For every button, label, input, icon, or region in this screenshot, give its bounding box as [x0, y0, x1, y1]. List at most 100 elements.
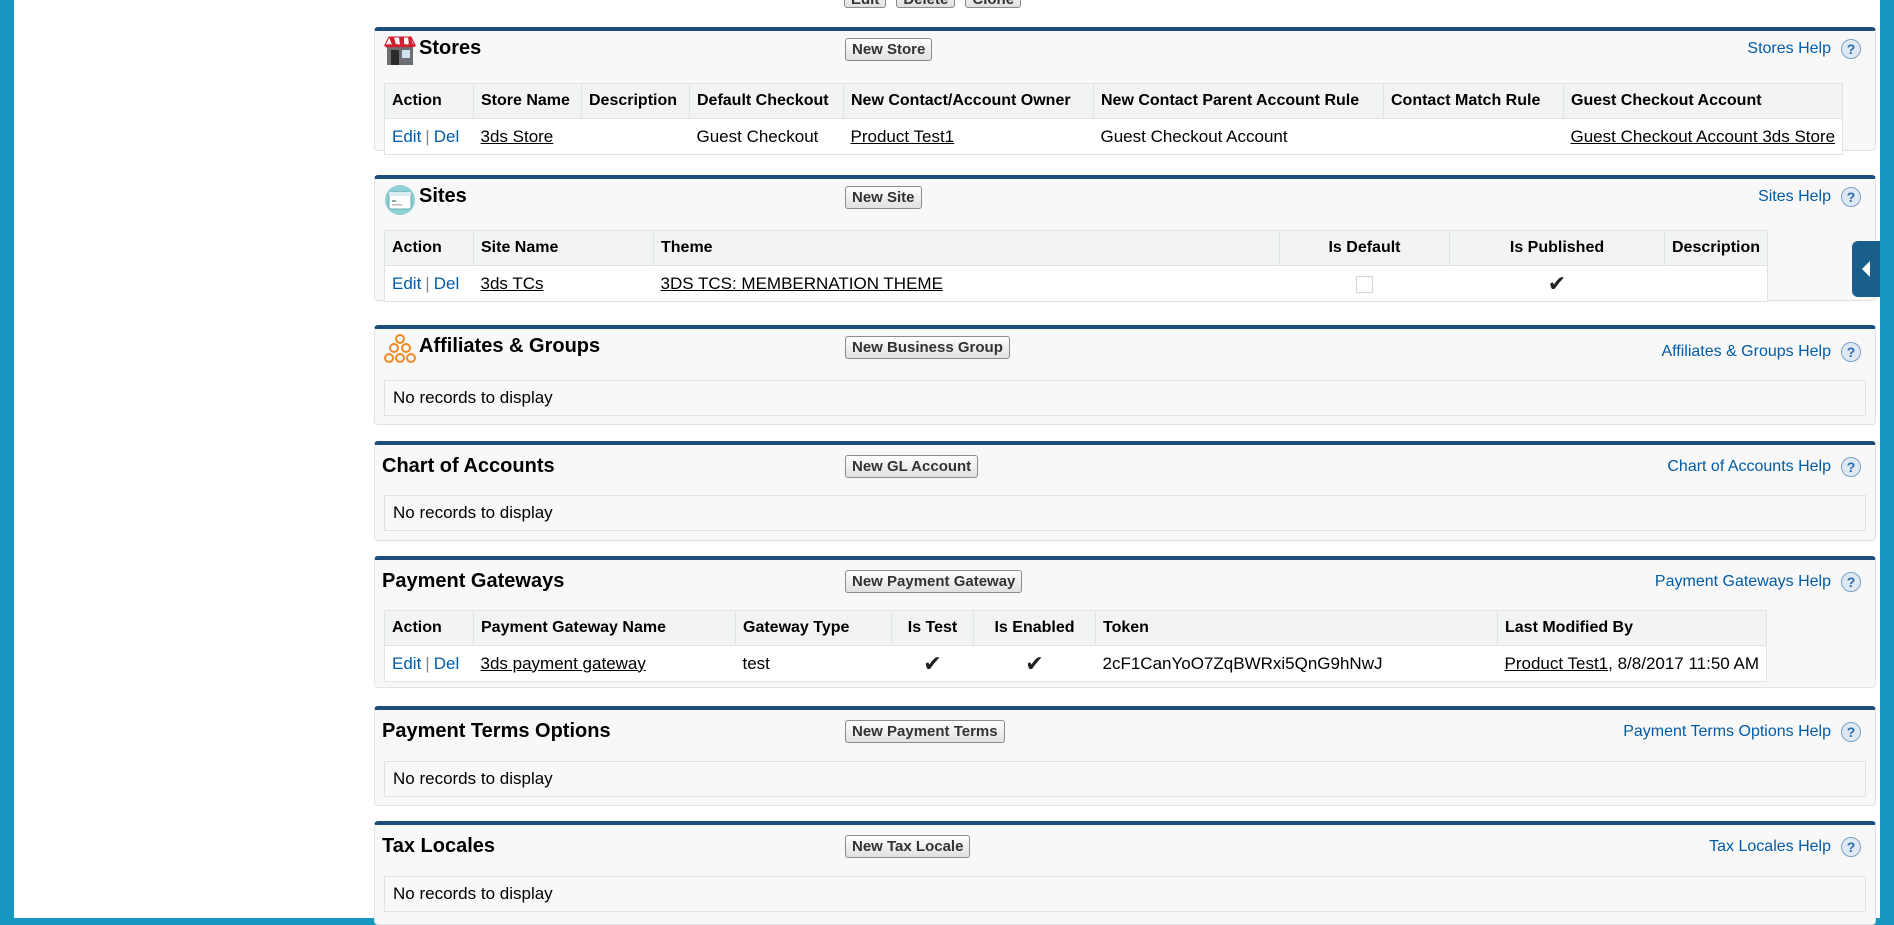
new-tax-locale-button[interactable]: New Tax Locale — [845, 835, 971, 858]
tax-locales-empty-message: No records to display — [384, 876, 1866, 912]
payment-gateways-help-link[interactable]: Payment Gateways Help — [1655, 573, 1831, 591]
is-test-check-icon: ✔ — [923, 650, 942, 676]
site-name-link[interactable]: 3ds TCs — [481, 274, 544, 293]
table-row: Edit | Del 3ds payment gateway test ✔ ✔ 2c… — [384, 645, 1767, 682]
tax-locales-title-text: Tax Locales — [382, 835, 496, 857]
column-header: Contact Match Rule — [1383, 83, 1564, 119]
column-header: Description — [581, 83, 690, 119]
record-action-buttons: Edit Delete Clone — [844, 0, 1022, 8]
stores-help: Stores Help ? — [1747, 39, 1861, 59]
new-payment-gateway-button[interactable]: New Payment Gateway — [845, 570, 1023, 593]
payment-gateways-title-text: Payment Gateways — [382, 570, 565, 592]
chart-of-accounts-help-link[interactable]: Chart of Accounts Help — [1667, 458, 1831, 476]
affiliates-help-link[interactable]: Affiliates & Groups Help — [1661, 343, 1831, 361]
column-header: Description — [1664, 230, 1768, 266]
column-header: Is Test — [891, 610, 974, 646]
sites-table: Action Site Name Theme Is Default Is Pub… — [384, 230, 1769, 302]
edit-link[interactable]: Edit — [392, 127, 421, 146]
help-icon[interactable]: ? — [1841, 457, 1861, 477]
new-payment-terms-button[interactable]: New Payment Terms — [845, 720, 1005, 743]
column-header: Store Name — [473, 83, 582, 119]
clone-button[interactable]: Clone — [965, 0, 1022, 8]
column-header: Payment Gateway Name — [473, 610, 736, 646]
action-separator: | — [425, 273, 430, 293]
sites-help: Sites Help ? — [1758, 187, 1861, 207]
new-gl-account-button[interactable]: New GL Account — [845, 455, 979, 478]
contact-match-rule — [1383, 118, 1564, 155]
tax-locales-section: Tax Locales New Tax Locale Tax Locales H… — [374, 821, 1876, 925]
action-separator: | — [425, 126, 430, 146]
is-default-checkbox-icon — [1356, 275, 1373, 293]
column-header: Action — [384, 83, 474, 119]
payment-gateways-table: Action Payment Gateway Name Gateway Type… — [384, 610, 1768, 682]
table-header-row: Action Store Name Description Default Ch… — [384, 83, 1843, 119]
tax-locales-help-link[interactable]: Tax Locales Help — [1709, 838, 1831, 856]
column-header: Gateway Type — [735, 610, 892, 646]
help-icon[interactable]: ? — [1841, 342, 1861, 362]
delete-button[interactable]: Delete — [896, 0, 956, 8]
help-icon[interactable]: ? — [1841, 572, 1861, 592]
row-actions: Edit | Del — [384, 118, 474, 155]
store-description — [581, 118, 690, 155]
new-site-button[interactable]: New Site — [845, 186, 922, 209]
gateway-name-link[interactable]: 3ds payment gateway — [481, 654, 646, 673]
stores-title-text: Stores — [419, 37, 482, 59]
help-icon[interactable]: ? — [1841, 722, 1861, 742]
owner-link[interactable]: Product Test1 — [851, 127, 955, 146]
column-header: New Contact Parent Account Rule — [1093, 83, 1384, 119]
theme-link[interactable]: 3DS TCS: MEMBERNATION THEME — [661, 274, 943, 293]
chart-of-accounts-help: Chart of Accounts Help ? — [1667, 457, 1861, 477]
is-enabled-check-icon: ✔ — [1025, 650, 1044, 676]
new-store-button[interactable]: New Store — [845, 38, 933, 61]
edit-link[interactable]: Edit — [392, 274, 421, 293]
edit-link[interactable]: Edit — [392, 654, 421, 673]
help-icon[interactable]: ? — [1841, 39, 1861, 59]
table-header-row: Action Payment Gateway Name Gateway Type… — [384, 610, 1767, 646]
payment-terms-help: Payment Terms Options Help ? — [1623, 722, 1861, 742]
help-icon[interactable]: ? — [1841, 837, 1861, 857]
column-header: Is Published — [1449, 230, 1665, 266]
site-description — [1664, 265, 1768, 302]
table-row: Edit | Del 3ds TCs 3DS TCS: MEMBERNATION T… — [384, 265, 1768, 302]
payment-terms-section: Payment Terms Options New Payment Terms … — [374, 706, 1876, 806]
column-header: Is Default — [1279, 230, 1450, 266]
edit-button[interactable]: Edit — [844, 0, 887, 8]
payment-gateways-section: Payment Gateways New Payment Gateway Pay… — [374, 556, 1876, 688]
delete-link[interactable]: Del — [434, 274, 460, 293]
chevron-left-icon — [1859, 259, 1873, 279]
stores-table: Action Store Name Description Default Ch… — [384, 83, 1844, 155]
new-business-group-button[interactable]: New Business Group — [845, 336, 1010, 359]
groups-icon — [383, 333, 417, 365]
delete-link[interactable]: Del — [434, 127, 460, 146]
row-actions: Edit | Del — [384, 645, 474, 682]
stores-title: Stores — [383, 35, 481, 67]
payment-terms-title-text: Payment Terms Options — [382, 720, 611, 742]
delete-link[interactable]: Del — [434, 654, 460, 673]
affiliates-empty-message: No records to display — [384, 380, 1866, 416]
column-header: Theme — [653, 230, 1280, 266]
site-icon — [383, 183, 417, 215]
store-icon — [383, 35, 417, 67]
payment-terms-empty-message: No records to display — [384, 761, 1866, 797]
sites-help-link[interactable]: Sites Help — [1758, 188, 1831, 206]
payment-gateways-help: Payment Gateways Help ? — [1655, 572, 1861, 592]
guest-account-link[interactable]: Guest Checkout Account 3ds Store — [1571, 127, 1836, 146]
table-header-row: Action Site Name Theme Is Default Is Pub… — [384, 230, 1768, 266]
sites-title: Sites — [383, 183, 467, 215]
store-name-link[interactable]: 3ds Store — [481, 127, 554, 146]
column-header: Is Enabled — [973, 610, 1096, 646]
column-header: Default Checkout — [689, 83, 844, 119]
chart-of-accounts-section: Chart of Accounts New GL Account Chart o… — [374, 441, 1876, 541]
chart-of-accounts-empty-message: No records to display — [384, 495, 1866, 531]
gateway-type: test — [735, 645, 892, 682]
modified-by-link[interactable]: Product Test1 — [1505, 654, 1609, 673]
sites-section: Sites New Site Sites Help ? Action Site … — [374, 175, 1876, 302]
affiliates-help: Affiliates & Groups Help ? — [1661, 342, 1861, 362]
payment-terms-help-link[interactable]: Payment Terms Options Help — [1623, 723, 1831, 741]
help-icon[interactable]: ? — [1841, 187, 1861, 207]
stores-help-link[interactable]: Stores Help — [1747, 40, 1831, 58]
sidebar-toggle-tab[interactable] — [1852, 241, 1880, 297]
row-actions: Edit | Del — [384, 265, 474, 302]
affiliates-title: Affiliates & Groups — [383, 333, 600, 365]
gateway-token: 2cF1CanYoO7ZqBWRxi5QnG9hNwJ — [1095, 645, 1498, 682]
